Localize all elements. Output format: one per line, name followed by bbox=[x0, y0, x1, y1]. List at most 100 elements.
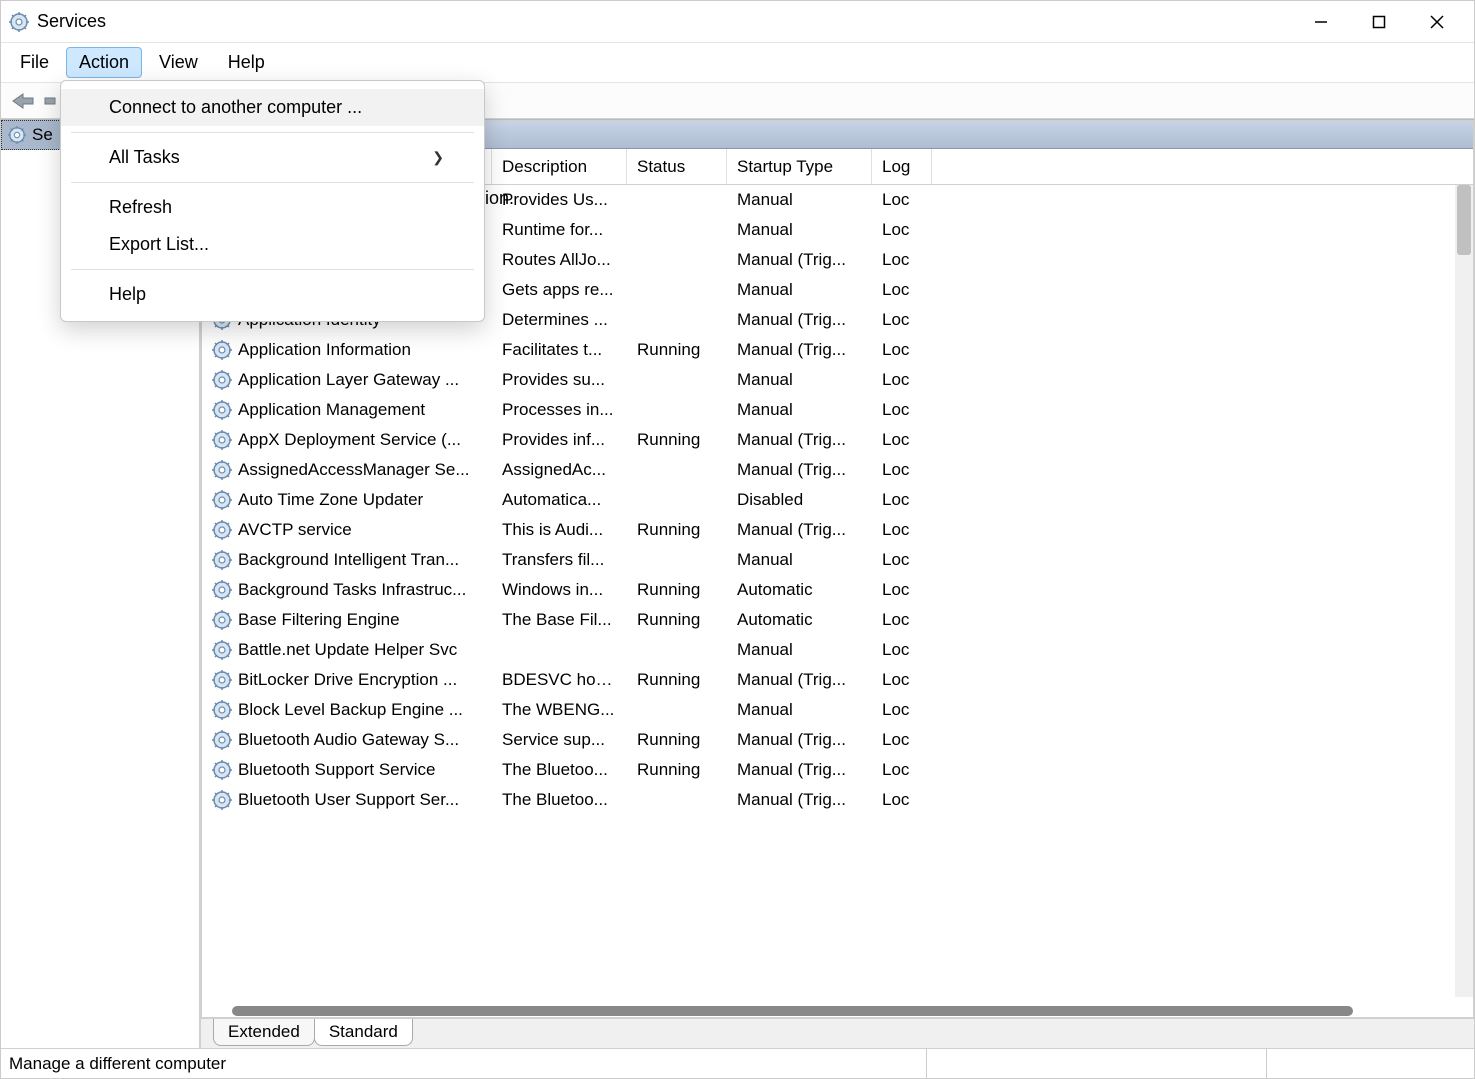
table-row[interactable]: Base Filtering EngineThe Base Fil...Runn… bbox=[202, 605, 1473, 635]
menu-help[interactable]: Help bbox=[61, 276, 484, 313]
gear-icon bbox=[212, 580, 232, 600]
cell-startup-type: Manual bbox=[727, 220, 872, 240]
minimize-button[interactable] bbox=[1292, 1, 1350, 42]
gear-icon bbox=[212, 430, 232, 450]
cell-startup-type: Manual bbox=[727, 280, 872, 300]
cell-log-on-as: Loc bbox=[872, 430, 932, 450]
menu-separator bbox=[71, 182, 474, 183]
table-row[interactable]: AssignedAccessManager Se... AssignedAc...… bbox=[202, 455, 1473, 485]
cell-log-on-as: Loc bbox=[872, 400, 932, 420]
table-row[interactable]: Background Tasks Infrastruc...Windows in… bbox=[202, 575, 1473, 605]
table-row[interactable]: Bluetooth User Support Ser...The Bluetoo… bbox=[202, 785, 1473, 815]
table-row[interactable]: Application InformationFacilitates t...R… bbox=[202, 335, 1473, 365]
table-row[interactable]: Bluetooth Support ServiceThe Bluetoo...R… bbox=[202, 755, 1473, 785]
cell-startup-type: Manual (Trig... bbox=[727, 340, 872, 360]
cell-description: AssignedAc... bbox=[492, 460, 627, 480]
horizontal-scrollbar[interactable] bbox=[232, 1005, 1353, 1017]
tab-standard[interactable]: Standard bbox=[314, 1019, 413, 1046]
cell-name: Battle.net Update Helper Svc bbox=[202, 640, 492, 660]
scrollbar-thumb[interactable] bbox=[232, 1006, 1353, 1016]
cell-startup-type: Manual bbox=[727, 400, 872, 420]
statusbar-segment bbox=[926, 1049, 1266, 1078]
back-button[interactable] bbox=[9, 87, 37, 115]
col-description[interactable]: Description bbox=[492, 149, 627, 184]
menu-connect-to-another-computer[interactable]: Connect to another computer ... bbox=[61, 89, 484, 126]
service-name: Application Management bbox=[238, 400, 425, 420]
cell-name: Bluetooth Audio Gateway S... bbox=[202, 730, 492, 750]
window-title: Services bbox=[37, 11, 1292, 32]
statusbar-text: Manage a different computer bbox=[9, 1054, 226, 1074]
statusbar: Manage a different computer bbox=[1, 1048, 1474, 1078]
cell-status: Running bbox=[627, 430, 727, 450]
table-row[interactable]: BitLocker Drive Encryption ...BDESVC hos… bbox=[202, 665, 1473, 695]
vertical-scrollbar[interactable] bbox=[1455, 185, 1473, 997]
cell-startup-type: Manual (Trig... bbox=[727, 520, 872, 540]
cell-status: Running bbox=[627, 610, 727, 630]
table-row[interactable]: Bluetooth Audio Gateway S...Service sup.… bbox=[202, 725, 1473, 755]
cell-log-on-as: Loc bbox=[872, 340, 932, 360]
service-name: Background Tasks Infrastruc... bbox=[238, 580, 466, 600]
service-name: AssignedAccessManager Se... bbox=[238, 460, 470, 480]
cell-description: Routes AllJo... bbox=[492, 250, 627, 270]
cell-log-on-as: Loc bbox=[872, 640, 932, 660]
cell-startup-type: Manual (Trig... bbox=[727, 670, 872, 690]
table-row[interactable]: Application Layer Gateway ...Provides su… bbox=[202, 365, 1473, 395]
cell-log-on-as: Loc bbox=[872, 610, 932, 630]
cell-log-on-as: Loc bbox=[872, 760, 932, 780]
cell-description: Provides su... bbox=[492, 370, 627, 390]
service-name: Base Filtering Engine bbox=[238, 610, 400, 630]
cell-log-on-as: Loc bbox=[872, 250, 932, 270]
gear-icon bbox=[212, 670, 232, 690]
gear-icon bbox=[212, 550, 232, 570]
cell-name: Bluetooth Support Service bbox=[202, 760, 492, 780]
service-name: AppX Deployment Service (... bbox=[238, 430, 461, 450]
table-row[interactable]: Battle.net Update Helper SvcManualLoc bbox=[202, 635, 1473, 665]
table-row[interactable]: Background Intelligent Tran...Transfers … bbox=[202, 545, 1473, 575]
col-log-on-as[interactable]: Log bbox=[872, 149, 932, 184]
cell-description: Runtime for... bbox=[492, 220, 627, 240]
cell-name: Application Management bbox=[202, 400, 492, 420]
gear-icon bbox=[212, 760, 232, 780]
cell-log-on-as: Loc bbox=[872, 730, 932, 750]
cell-startup-type: Disabled bbox=[727, 490, 872, 510]
table-row[interactable]: Block Level Backup Engine ...The WBENG..… bbox=[202, 695, 1473, 725]
maximize-button[interactable] bbox=[1350, 1, 1408, 42]
gear-icon bbox=[212, 640, 232, 660]
scrollbar-thumb[interactable] bbox=[1457, 185, 1471, 255]
tab-extended[interactable]: Extended bbox=[213, 1019, 315, 1046]
menu-help[interactable]: Help bbox=[215, 47, 278, 78]
cell-log-on-as: Loc bbox=[872, 310, 932, 330]
gear-icon bbox=[212, 700, 232, 720]
close-button[interactable] bbox=[1408, 1, 1466, 42]
gear-icon bbox=[212, 370, 232, 390]
col-status[interactable]: Status bbox=[627, 149, 727, 184]
statusbar-segment bbox=[1266, 1049, 1466, 1078]
menubar: File Action View Help bbox=[1, 43, 1474, 83]
gear-icon bbox=[212, 400, 232, 420]
gear-icon bbox=[212, 730, 232, 750]
cell-log-on-as: Loc bbox=[872, 370, 932, 390]
cell-status: Running bbox=[627, 670, 727, 690]
cell-startup-type: Manual bbox=[727, 190, 872, 210]
table-row[interactable]: Application ManagementProcesses in...Man… bbox=[202, 395, 1473, 425]
menu-all-tasks[interactable]: All Tasks ❯ bbox=[61, 139, 484, 176]
menu-view[interactable]: View bbox=[146, 47, 211, 78]
menu-export-list[interactable]: Export List... bbox=[61, 226, 484, 263]
cell-startup-type: Manual bbox=[727, 700, 872, 720]
cell-name: Auto Time Zone Updater bbox=[202, 490, 492, 510]
menu-file[interactable]: File bbox=[7, 47, 62, 78]
table-row[interactable]: AppX Deployment Service (... Provides inf… bbox=[202, 425, 1473, 455]
table-row[interactable]: Auto Time Zone UpdaterAutomatica...Disab… bbox=[202, 485, 1473, 515]
table-row[interactable]: AVCTP serviceThis is Audi...RunningManua… bbox=[202, 515, 1473, 545]
gear-icon bbox=[212, 490, 232, 510]
col-startup-type[interactable]: Startup Type bbox=[727, 149, 872, 184]
cell-name: AppX Deployment Service (... bbox=[202, 430, 492, 450]
menu-action[interactable]: Action bbox=[66, 47, 142, 78]
cell-status: Running bbox=[627, 760, 727, 780]
cell-startup-type: Manual (Trig... bbox=[727, 310, 872, 330]
menu-refresh[interactable]: Refresh bbox=[61, 189, 484, 226]
cell-name: Background Intelligent Tran... bbox=[202, 550, 492, 570]
cell-description: Service sup... bbox=[492, 730, 627, 750]
cell-name: Block Level Backup Engine ... bbox=[202, 700, 492, 720]
cell-description: Provides inf... bbox=[492, 430, 627, 450]
